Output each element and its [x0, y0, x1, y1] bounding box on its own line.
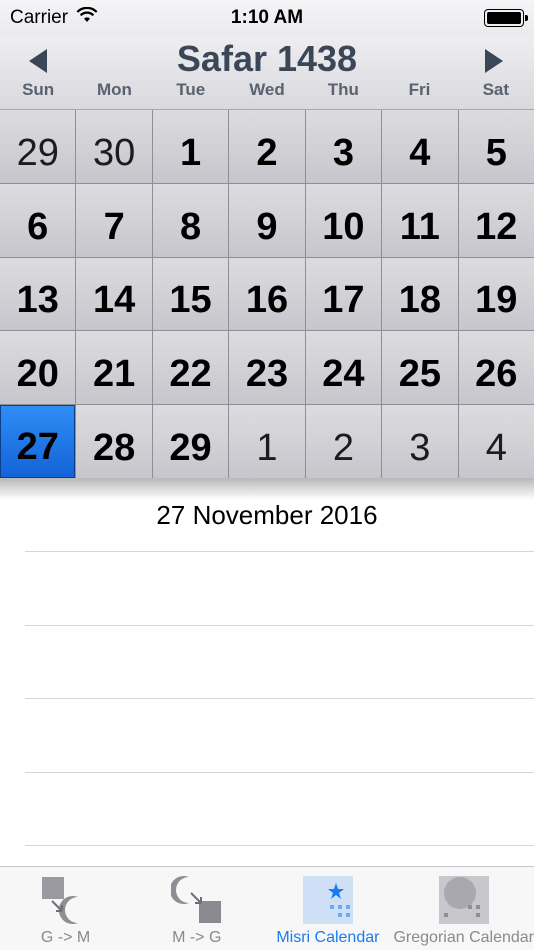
- calendar-day[interactable]: 21: [76, 331, 152, 405]
- calendar-day[interactable]: 4: [458, 405, 534, 478]
- calendar-header: Safar 1438 Sun Mon Tue Wed Thu Fri Sat: [0, 36, 534, 110]
- wifi-icon: [76, 6, 98, 29]
- calendar-day[interactable]: 24: [305, 331, 382, 405]
- calendar-day[interactable]: 26: [458, 331, 534, 405]
- tab-label: Gregorian Calendar: [393, 929, 534, 946]
- calendar-day[interactable]: 30: [76, 110, 152, 183]
- gregorian-to-misri-icon: [40, 875, 92, 925]
- tab-label: G -> M: [40, 929, 91, 946]
- next-month-button[interactable]: [474, 46, 514, 76]
- calendar-day[interactable]: 5: [458, 110, 534, 183]
- calendar-day[interactable]: 12: [458, 183, 534, 257]
- calendar-day[interactable]: 18: [382, 257, 458, 331]
- calendar-day[interactable]: 6: [0, 183, 76, 257]
- weekday-label: Mon: [96, 80, 132, 99]
- calendar-day[interactable]: 20: [0, 331, 76, 405]
- status-bar: Carrier 1:10 AM: [0, 0, 534, 36]
- calendar-day[interactable]: 2: [229, 110, 305, 183]
- selected-date-label: 27 November 2016: [156, 500, 378, 530]
- calendar-day[interactable]: 3: [305, 110, 382, 183]
- list-separator: [25, 698, 534, 699]
- misri-to-gregorian-icon: [170, 875, 223, 925]
- calendar-day-selected[interactable]: 27: [0, 405, 76, 478]
- weekday-label: Wed: [249, 80, 285, 99]
- gregorian-calendar-icon: [438, 875, 490, 925]
- calendar-day[interactable]: 2: [305, 405, 382, 478]
- calendar-day[interactable]: 17: [305, 257, 382, 331]
- calendar-day[interactable]: 8: [152, 183, 229, 257]
- tab-gregorian-calendar[interactable]: Gregorian Calendar: [393, 867, 534, 950]
- calendar-day[interactable]: 13: [0, 257, 76, 331]
- calendar-day[interactable]: 14: [76, 257, 152, 331]
- tab-label: Misri Calendar: [276, 929, 380, 946]
- calendar-day[interactable]: 11: [382, 183, 458, 257]
- weekday-label: Fri: [408, 80, 431, 99]
- battery-icon: [484, 9, 528, 27]
- calendar-day[interactable]: 23: [229, 331, 305, 405]
- month-title: Safar 1438: [176, 38, 358, 79]
- weekday-row: Sun Mon Tue Wed Thu Fri Sat: [0, 80, 534, 100]
- calendar-day[interactable]: 9: [229, 183, 305, 257]
- calendar-day[interactable]: 1: [229, 405, 305, 478]
- arrow-right-icon: [485, 49, 503, 73]
- calendar-day[interactable]: 29: [152, 405, 229, 478]
- list-separator: [25, 772, 534, 773]
- calendar-day[interactable]: 22: [152, 331, 229, 405]
- weekday-label: Sat: [482, 80, 510, 99]
- tab-misri-calendar[interactable]: Misri Calendar: [262, 867, 393, 950]
- calendar-day[interactable]: 15: [152, 257, 229, 331]
- carrier-label: Carrier: [10, 7, 69, 28]
- tab-label: M -> G: [172, 929, 222, 946]
- grid-shadow: [0, 478, 534, 500]
- weekday-label: Tue: [176, 80, 206, 99]
- weekday-label: Sun: [22, 80, 55, 99]
- tab-g-to-m[interactable]: G -> M: [0, 867, 131, 950]
- list-separator: [25, 845, 534, 846]
- list-separator: [25, 551, 534, 552]
- calendar-day[interactable]: 19: [458, 257, 534, 331]
- calendar-day[interactable]: 10: [305, 183, 382, 257]
- tab-m-to-g[interactable]: M -> G: [131, 867, 262, 950]
- list-separator: [25, 625, 534, 626]
- calendar-day[interactable]: 4: [382, 110, 458, 183]
- calendar-day[interactable]: 1: [152, 110, 229, 183]
- calendar-day[interactable]: 16: [229, 257, 305, 331]
- calendar-day[interactable]: 28: [76, 405, 152, 478]
- misri-calendar-icon: [302, 875, 354, 925]
- calendar-day[interactable]: 7: [76, 183, 152, 257]
- status-left: Carrier: [10, 6, 98, 29]
- calendar-day[interactable]: 29: [0, 110, 76, 183]
- calendar-grid: 29 30 1 2 3 4 5 6 7 8 9 10 11 12 13 14 15 16 17 18 19 20 21 22 2…: [0, 110, 534, 478]
- calendar-day[interactable]: 25: [382, 331, 458, 405]
- calendar-day[interactable]: 3: [382, 405, 458, 478]
- weekday-label: Thu: [327, 80, 359, 99]
- tab-bar: G -> M M -> G Misri Calendar Gregorian C…: [0, 866, 534, 950]
